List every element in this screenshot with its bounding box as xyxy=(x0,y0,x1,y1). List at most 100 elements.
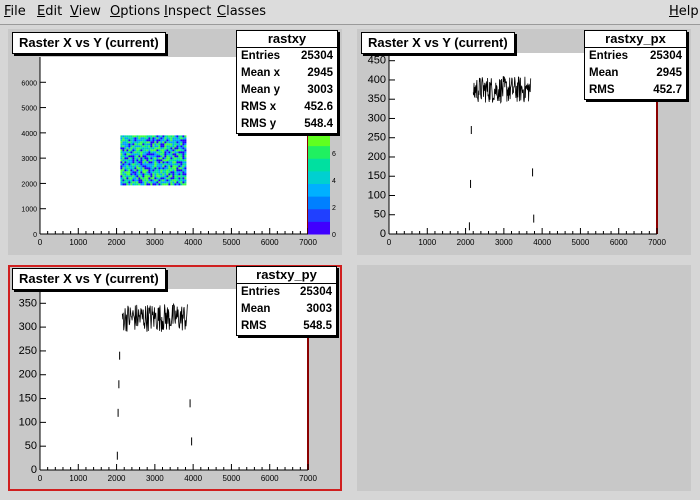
heatmap-cell xyxy=(178,153,181,156)
heatmap-cell xyxy=(148,157,151,160)
heatmap-cell xyxy=(176,165,179,168)
heatmap-cell xyxy=(122,175,125,178)
heatmap-cell xyxy=(168,147,171,150)
heatmap-cell xyxy=(158,165,161,168)
heatmap-cell xyxy=(170,173,173,176)
heatmap-cell xyxy=(132,145,135,148)
heatmap-cell xyxy=(172,157,175,160)
menu-classes[interactable]: Classes xyxy=(217,4,266,19)
heatmap-cell xyxy=(148,171,151,174)
menu-view[interactable]: View xyxy=(70,4,101,19)
heatmap-cell xyxy=(184,177,187,180)
heatmap-cell xyxy=(120,145,123,148)
heatmap-cell xyxy=(120,147,123,150)
heatmap-cell xyxy=(120,171,123,174)
heatmap-cell xyxy=(132,159,135,162)
heatmap-cell xyxy=(166,175,169,178)
heatmap-cell xyxy=(148,179,151,182)
heatmap-cell xyxy=(132,183,135,186)
heatmap-cell xyxy=(174,181,177,184)
heatmap-cell xyxy=(148,183,151,186)
heatmap-cell xyxy=(136,161,139,164)
menu-inspect[interactable]: Inspect xyxy=(164,4,211,19)
heatmap-cell xyxy=(146,147,149,150)
heatmap-cell xyxy=(140,159,143,162)
heatmap-cell xyxy=(140,177,143,180)
heatmap-cell xyxy=(174,173,177,176)
heatmap-cell xyxy=(142,175,145,178)
heatmap-cell xyxy=(180,167,183,170)
x-tick-label: 1000 xyxy=(69,474,87,483)
heatmap-cell xyxy=(184,179,187,182)
heatmap-cell xyxy=(138,159,141,162)
heatmap-cell xyxy=(178,165,181,168)
heatmap-cell xyxy=(180,163,183,166)
heatmap-cell xyxy=(162,183,165,186)
heatmap-cell xyxy=(132,139,135,142)
heatmap-cell xyxy=(154,181,157,184)
heatmap-cell xyxy=(136,135,139,138)
heatmap-cell xyxy=(120,153,123,156)
heatmap-cell xyxy=(152,139,155,142)
heatmap-cell xyxy=(150,179,153,182)
heatmap-cell xyxy=(180,161,183,164)
heatmap-cell xyxy=(176,179,179,182)
heatmap-cell xyxy=(160,157,163,160)
heatmap-cell xyxy=(178,183,181,186)
heatmap-cell xyxy=(124,177,127,180)
heatmap-cell xyxy=(134,149,137,152)
menu-edit[interactable]: Edit xyxy=(37,4,62,19)
heatmap-cell xyxy=(162,155,165,158)
heatmap-cell xyxy=(182,179,185,182)
heatmap-cell xyxy=(138,161,141,164)
heatmap-cell xyxy=(164,175,167,178)
heatmap-cell xyxy=(184,145,187,148)
y-tick-label: 300 xyxy=(368,112,386,124)
pad-rastxy-py[interactable]: 0 1000 2000 3000 4000 5000 6000 7000 0 50 100 150 20… xyxy=(8,265,342,491)
heatmap-cell xyxy=(174,177,177,180)
heatmap-cell xyxy=(164,137,167,140)
heatmap-cell xyxy=(162,135,165,138)
heatmap-cell xyxy=(170,183,173,186)
heatmap-cell xyxy=(158,139,161,142)
pad-rastxy-px[interactable]: 0 1000 2000 3000 4000 5000 6000 7000 0 50 100 150 20… xyxy=(357,29,691,255)
heatmap-cell xyxy=(144,157,147,160)
heatmap-cell xyxy=(166,159,169,162)
heatmap-cell xyxy=(162,153,165,156)
y-tick-label: 200 xyxy=(19,369,37,381)
heatmap-cell xyxy=(148,151,151,154)
pad-empty[interactable] xyxy=(357,265,691,491)
menu-help[interactable]: Help xyxy=(669,4,699,19)
heatmap-cell xyxy=(120,177,123,180)
heatmap-cell xyxy=(176,161,179,164)
heatmap-cell xyxy=(156,139,159,142)
heatmap-cell xyxy=(126,183,129,186)
heatmap-cell xyxy=(142,141,145,144)
heatmap-cell xyxy=(144,171,147,174)
heatmap-cell xyxy=(180,179,183,182)
y-tick-label: 0 xyxy=(33,232,37,239)
heatmap-cell xyxy=(142,169,145,172)
heatmap-cell xyxy=(182,151,185,154)
y-tick-label: 450 xyxy=(368,55,386,67)
heatmap-cell xyxy=(120,143,123,146)
heatmap-cell xyxy=(174,155,177,158)
heatmap-cell xyxy=(178,141,181,144)
heatmap-cell xyxy=(122,141,125,144)
heatmap-cell xyxy=(176,147,179,150)
menu-options[interactable]: Options xyxy=(110,4,160,19)
heatmap-cell xyxy=(160,149,163,152)
heatmap-cell xyxy=(122,173,125,176)
heatmap-cell xyxy=(180,137,183,140)
heatmap-cell xyxy=(170,147,173,150)
pad-rastxy[interactable]: 0 1000 2000 3000 4000 5000 6000 7000 0 1000 2000 30… xyxy=(8,29,342,255)
heatmap-cell xyxy=(164,149,167,152)
heatmap-cell xyxy=(128,161,131,164)
heatmap-cell xyxy=(176,149,179,152)
heatmap-cell xyxy=(128,183,131,186)
heatmap-cell xyxy=(146,151,149,154)
heatmap-cell xyxy=(172,183,175,186)
y-tick-label: 150 xyxy=(19,393,37,405)
heatmap-cell xyxy=(182,157,185,160)
menu-file[interactable]: File xyxy=(4,4,26,19)
